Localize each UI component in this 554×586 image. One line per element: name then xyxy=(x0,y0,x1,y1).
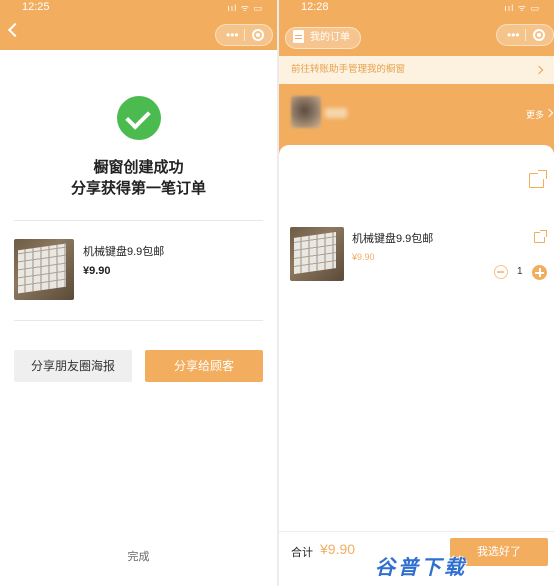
minus-icon[interactable] xyxy=(494,265,508,279)
mini-program-capsule[interactable]: ••• xyxy=(215,24,273,46)
status-time: 12:28 xyxy=(301,1,329,13)
success-subtitle: 分享获得第一笔订单 xyxy=(70,180,206,197)
shop-name-blurred xyxy=(325,108,347,118)
product-card: 机械键盘9.9包邮 ¥9.90 1 xyxy=(279,145,554,586)
capsule-divider xyxy=(244,29,245,41)
status-icons: ııl ᯤ ▭ xyxy=(227,3,263,13)
watermark-logo: 谷普下载 xyxy=(375,557,467,579)
mini-program-capsule[interactable]: ••• xyxy=(496,24,554,46)
divider xyxy=(14,220,263,221)
right-screen: 12:28 ııl ᯤ ▭ 我的订单 ••• 前往转账助手管理我的橱窗 更多 机… xyxy=(279,0,554,586)
my-orders-label: 我的订单 xyxy=(310,32,350,43)
product-price: ¥9.90 xyxy=(352,252,375,262)
close-target-icon[interactable] xyxy=(533,29,545,41)
more-label: 更多 xyxy=(525,110,544,120)
my-orders-button[interactable]: 我的订单 xyxy=(285,27,361,49)
left-screen: 12:25 ııl ᯤ ▭ ••• 橱窗创建成功 分享获得第一笔订单 机械键盘9… xyxy=(0,0,277,586)
product-image xyxy=(290,227,344,281)
done-button[interactable]: 完成 xyxy=(0,548,277,564)
plus-icon[interactable] xyxy=(532,265,547,280)
product-price: ¥9.90 xyxy=(83,265,111,277)
share-to-customer-button[interactable]: 分享给顾客 xyxy=(145,350,263,382)
more-link[interactable]: 更多 xyxy=(525,108,554,121)
divider xyxy=(14,320,263,321)
more-dots-icon[interactable]: ••• xyxy=(226,28,239,42)
checkout-bar: 合计 ¥9.90 我选好了 谷普下载 xyxy=(279,531,554,586)
total-label: 合计 xyxy=(291,547,313,559)
product-name: 机械键盘9.9包邮 xyxy=(352,233,434,245)
status-bar: 12:25 ııl ᯤ ▭ xyxy=(0,0,277,14)
success-title: 橱窗创建成功 xyxy=(93,159,184,176)
notice-banner[interactable]: 前往转账助手管理我的橱窗 xyxy=(279,56,554,84)
product-image xyxy=(14,239,74,300)
avatar xyxy=(291,96,321,128)
share-poster-button[interactable]: 分享朋友圈海报 xyxy=(14,350,132,382)
close-target-icon[interactable] xyxy=(252,29,264,41)
document-icon xyxy=(293,30,304,43)
share-icon[interactable] xyxy=(529,170,547,188)
status-bar: 12:28 ııl ᯤ ▭ xyxy=(279,0,554,14)
chevron-right-icon xyxy=(534,65,544,75)
product-name: 机械键盘9.9包邮 xyxy=(83,246,165,258)
share-icon[interactable] xyxy=(534,230,547,243)
status-time: 12:25 xyxy=(22,1,50,13)
capsule-divider xyxy=(525,29,526,41)
status-icons: ııl ᯤ ▭ xyxy=(504,3,540,13)
success-check-icon xyxy=(117,96,161,140)
quantity-value: 1 xyxy=(517,266,523,277)
more-dots-icon[interactable]: ••• xyxy=(507,28,520,42)
total-value: ¥9.90 xyxy=(320,541,356,557)
notice-text: 前往转账助手管理我的橱窗 xyxy=(291,64,406,75)
